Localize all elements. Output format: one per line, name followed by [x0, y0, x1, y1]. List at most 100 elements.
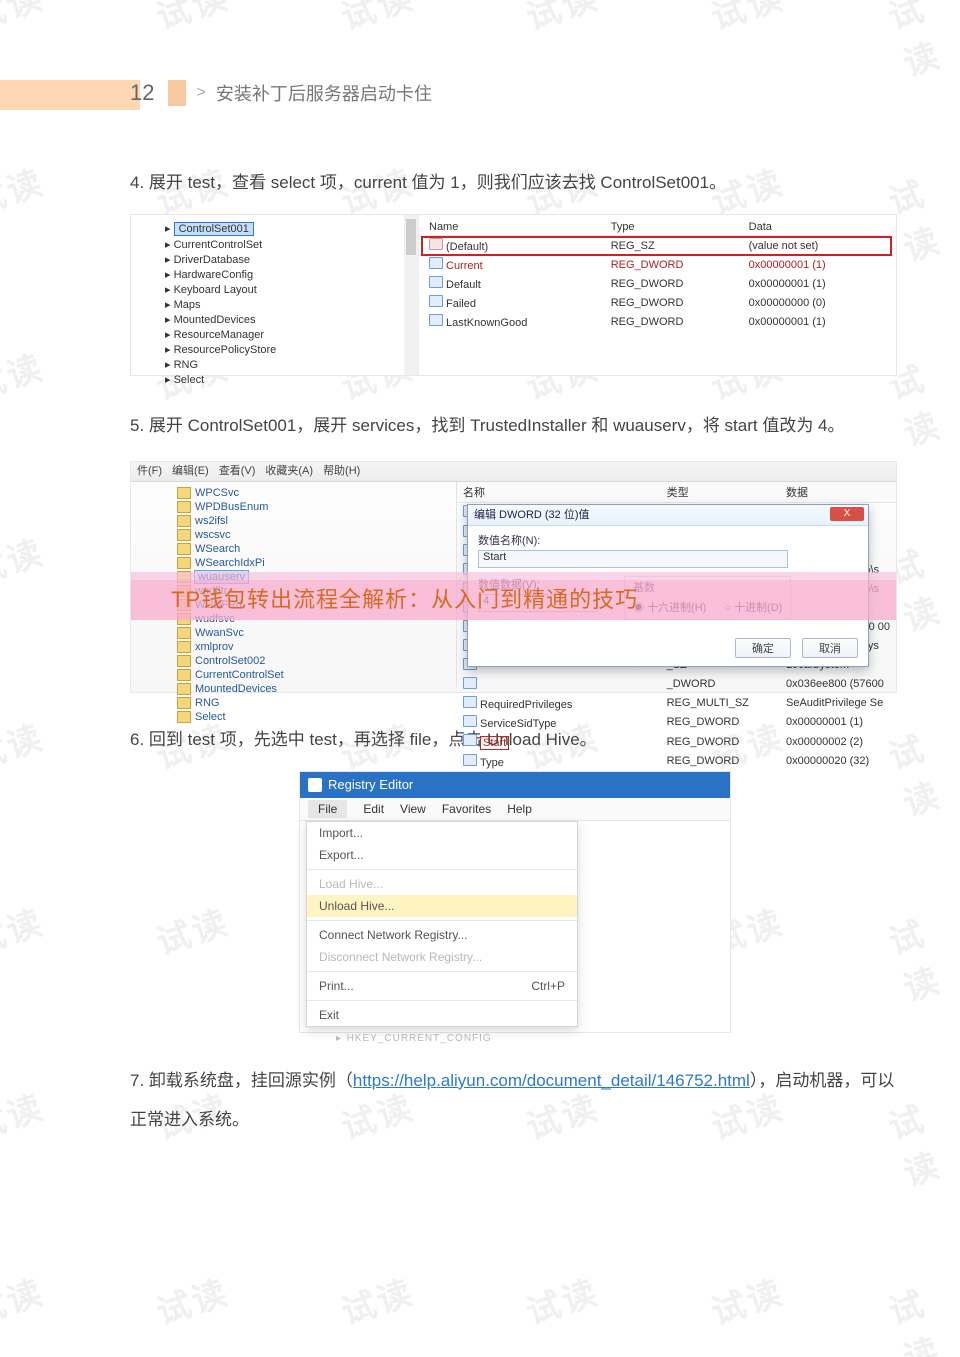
table-row[interactable]: (Default)REG_SZ(value not set) [425, 236, 890, 256]
table-row[interactable]: _DWORD0x036ee800 (57600 [457, 675, 896, 694]
menu-separator [307, 971, 577, 972]
figure-1-regedit-select: ▸ ControlSet001▸ CurrentControlSet▸ Driv… [130, 214, 897, 376]
table-row[interactable]: FailedREG_DWORD0x00000000 (0) [425, 293, 890, 312]
table-row[interactable]: DefaultREG_DWORD0x00000001 (1) [425, 274, 890, 293]
tree-item[interactable]: ▸ Select [159, 372, 414, 387]
tree-item[interactable]: WSearchIdxPi [177, 556, 452, 570]
tree-item[interactable]: ws2ifsl [177, 514, 452, 528]
tree-item[interactable]: WSearch [177, 542, 452, 556]
table-row[interactable]: LastKnownGoodREG_DWORD0x00000001 (1) [425, 312, 890, 331]
value-icon [463, 696, 477, 708]
tree-item[interactable]: xmlprov [177, 640, 452, 654]
col-name[interactable]: 名称 [457, 482, 661, 503]
folder-icon [177, 641, 191, 653]
tree-item[interactable]: ▸ RNG [159, 357, 414, 372]
cancel-button[interactable]: 取消 [802, 638, 858, 658]
tree-item[interactable]: Select [177, 710, 452, 724]
menu-item[interactable]: 件(F) [137, 465, 162, 477]
menu-row[interactable]: Unload Hive... [307, 895, 577, 917]
ok-button[interactable]: 确定 [735, 638, 791, 658]
figure-3-regedit-file-menu: Registry Editor File Edit View Favorites Hel… [299, 771, 731, 1033]
tree-item[interactable]: ▸ CurrentControlSet [159, 237, 414, 252]
menu-item[interactable]: 编辑(E) [172, 465, 209, 477]
table-row[interactable]: CurrentREG_DWORD0x00000001 (1) [425, 255, 890, 274]
folder-icon [177, 529, 191, 541]
menu-separator [307, 920, 577, 921]
col-name[interactable]: Name [425, 219, 607, 236]
folder-icon [177, 543, 191, 555]
value-icon [463, 677, 477, 689]
table-row[interactable]: TypeREG_DWORD0x00000020 (32) [457, 752, 896, 771]
fig3-titlebar: Registry Editor [300, 772, 730, 798]
menu-row[interactable]: Import... [307, 822, 577, 844]
tree-item[interactable]: MountedDevices [177, 682, 452, 696]
menu-item[interactable]: Help [507, 802, 532, 816]
folder-icon [177, 627, 191, 639]
menu-item[interactable]: 帮助(H) [323, 465, 360, 477]
table-row[interactable]: StartREG_DWORD0x00000002 (2) [457, 732, 896, 752]
tree-item[interactable]: ▸ ResourceManager [159, 327, 414, 342]
menu-item[interactable]: File [308, 800, 347, 818]
folder-icon [177, 487, 191, 499]
label-value-name: 数值名称(N): [478, 532, 858, 548]
menu-row[interactable]: Print...Ctrl+P [307, 975, 577, 997]
fig3-menubar[interactable]: File Edit View Favorites Help [300, 798, 730, 821]
col-data[interactable]: 数据 [780, 482, 896, 503]
dialog-title: 编辑 DWORD (32 位)值 X [468, 505, 868, 526]
table-row[interactable]: RequiredPrivilegesREG_MULTI_SZSeAuditPri… [457, 694, 896, 713]
tree-item[interactable]: ▸ MountedDevices [159, 312, 414, 327]
overlay-banner: TP钱包转出流程全解析：从入门到精通的技巧 [131, 572, 896, 626]
menu-item[interactable]: 收藏夹(A) [265, 465, 313, 477]
arrow-icon [168, 80, 186, 106]
tree-item[interactable]: RNG [177, 696, 452, 710]
folder-icon [177, 557, 191, 569]
tree-item[interactable]: WPCSvc [177, 486, 452, 500]
folder-icon [177, 697, 191, 709]
folder-icon [177, 711, 191, 723]
tree-item[interactable]: wscsvc [177, 528, 452, 542]
string-icon [429, 238, 443, 250]
tree-item[interactable]: ▸ Keyboard Layout [159, 282, 414, 297]
dword-icon [429, 295, 443, 307]
tree-item[interactable]: CurrentControlSet [177, 668, 452, 682]
overlay-text: TP钱包转出流程全解析：从入门到精通的技巧 [171, 582, 638, 614]
tree-item[interactable]: ▸ HardwareConfig [159, 267, 414, 282]
tree-item[interactable]: WPDBusEnum [177, 500, 452, 514]
col-type[interactable]: Type [607, 219, 745, 236]
regedit-icon [308, 778, 322, 792]
col-type[interactable]: 类型 [661, 482, 780, 503]
tree-item[interactable]: ▸ DriverDatabase [159, 252, 414, 267]
folder-icon [177, 515, 191, 527]
value-icon [463, 715, 477, 727]
menu-item[interactable]: View [400, 802, 426, 816]
step-5-text: 5. 展开 ControlSet001，展开 services，找到 Trust… [130, 406, 900, 447]
menu-item[interactable]: 查看(V) [219, 465, 256, 477]
menu-row: Load Hive... [307, 873, 577, 895]
tree-item[interactable]: ▸ ResourcePolicyStore [159, 342, 414, 357]
input-value-name[interactable]: Start [478, 550, 788, 568]
close-button[interactable]: X [830, 507, 864, 521]
scrollbar[interactable]: ▴ [404, 215, 418, 375]
fig1-grid: Name Type Data (Default)REG_SZ(value not… [419, 215, 896, 375]
folder-icon [177, 655, 191, 667]
file-dropdown: Import...Export... Load Hive...Unload Hiv… [306, 821, 578, 1027]
page-title: 安装补丁后服务器启动卡住 [216, 80, 432, 106]
folder-icon [177, 683, 191, 695]
menu-row[interactable]: Exit [307, 1004, 577, 1026]
tree-item[interactable]: ▸ Maps [159, 297, 414, 312]
breadcrumb-arrow: > [196, 84, 205, 102]
tree-item[interactable]: ▸ ControlSet001 [159, 221, 414, 237]
menu-row[interactable]: Connect Network Registry... [307, 924, 577, 946]
tree-item[interactable]: WwanSvc [177, 626, 452, 640]
figure-2-regedit-services: 件(F) 编辑(E) 查看(V) 收藏夹(A) 帮助(H) WPCSvcWPDBusEn… [130, 461, 897, 693]
menu-row[interactable]: Export... [307, 844, 577, 866]
table-row[interactable]: ServiceSidTypeREG_DWORD0x00000001 (1) [457, 713, 896, 732]
menu-item[interactable]: Edit [363, 802, 384, 816]
menu-item[interactable]: Favorites [442, 802, 491, 816]
col-data[interactable]: Data [745, 219, 890, 236]
fig2-menubar[interactable]: 件(F) 编辑(E) 查看(V) 收藏夹(A) 帮助(H) [131, 462, 896, 482]
dword-icon [429, 257, 443, 269]
page-header: 12 > 安装补丁后服务器启动卡住 [130, 80, 900, 106]
help-link[interactable]: https://help.aliyun.com/document_detail/… [353, 1071, 750, 1090]
tree-item[interactable]: ControlSet002 [177, 654, 452, 668]
